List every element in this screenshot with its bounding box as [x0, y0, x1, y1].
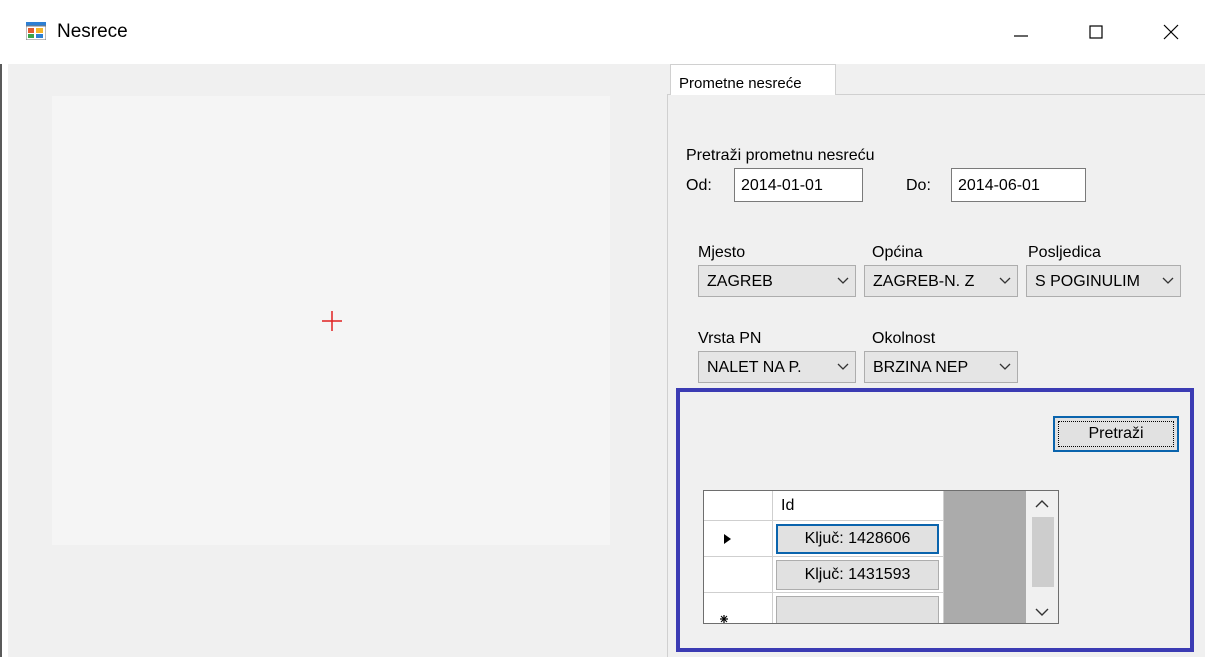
vrsta-pn-select[interactable]: NALET NA P. — [698, 351, 856, 383]
new-row-icon — [720, 615, 728, 623]
grid-cell-button[interactable] — [776, 596, 939, 623]
from-date-label: Od: — [686, 177, 712, 194]
posljedica-label: Posljedica — [1028, 244, 1101, 261]
opcina-select[interactable]: ZAGREB-N. Z — [864, 265, 1018, 297]
map-center-cross-icon — [321, 310, 343, 332]
window-title: Nesrece — [57, 21, 128, 42]
table-row[interactable]: Ključ: 1428606 — [773, 521, 944, 557]
mjesto-value: ZAGREB — [707, 273, 773, 290]
search-button-label: Pretraži — [1058, 421, 1174, 447]
row-header[interactable] — [704, 521, 773, 557]
opcina-value: ZAGREB-N. Z — [873, 273, 975, 290]
minimize-icon — [1014, 35, 1028, 37]
scroll-up-icon[interactable] — [1035, 499, 1049, 509]
to-date-label: Do: — [906, 177, 931, 194]
from-date-input[interactable]: 2014-01-01 — [734, 168, 863, 202]
search-heading: Pretraži prometnu nesreću — [686, 147, 875, 164]
chevron-down-icon — [999, 363, 1011, 370]
minimize-button[interactable] — [998, 14, 1044, 50]
maximize-icon — [1089, 25, 1103, 39]
chevron-down-icon — [1162, 277, 1174, 284]
maximize-button[interactable] — [1073, 14, 1119, 50]
scroll-down-icon[interactable] — [1035, 607, 1049, 617]
grid-cell-button[interactable]: Ključ: 1428606 — [776, 524, 939, 554]
chevron-down-icon — [837, 277, 849, 284]
vrsta-pn-label: Vrsta PN — [698, 330, 762, 347]
close-button[interactable] — [1148, 14, 1194, 50]
okolnost-value: BRZINA NEP — [873, 359, 969, 376]
search-button[interactable]: Pretraži — [1053, 416, 1179, 452]
tab-prometne-nesrece[interactable]: Prometne nesreće — [670, 64, 836, 95]
table-row[interactable] — [773, 593, 944, 623]
mjesto-select[interactable]: ZAGREB — [698, 265, 856, 297]
opcina-label: Općina — [872, 244, 923, 261]
close-icon — [1163, 24, 1179, 40]
row-pointer-icon — [724, 534, 731, 544]
window-left-edge — [0, 64, 8, 657]
grid-corner-header[interactable] — [704, 491, 773, 521]
posljedica-select[interactable]: S POGINULIM — [1026, 265, 1181, 297]
windows-form-icon — [25, 22, 47, 41]
grid-column-header-id[interactable]: Id — [773, 491, 944, 521]
results-grid[interactable]: Id Ključ: 1428606 Ključ: 1431593 — [703, 490, 1059, 624]
grid-scrollbar-thumb[interactable] — [1032, 517, 1054, 587]
okolnost-select[interactable]: BRZINA NEP — [864, 351, 1018, 383]
row-header[interactable] — [704, 593, 773, 623]
chevron-down-icon — [999, 277, 1011, 284]
chevron-down-icon — [837, 363, 849, 370]
to-date-input[interactable]: 2014-06-01 — [951, 168, 1086, 202]
grid-cell-button[interactable]: Ključ: 1431593 — [776, 560, 939, 590]
mjesto-label: Mjesto — [698, 244, 746, 261]
okolnost-label: Okolnost — [872, 330, 936, 347]
posljedica-value: S POGINULIM — [1035, 273, 1140, 290]
vrsta-pn-value: NALET NA P. — [707, 359, 802, 376]
row-header[interactable] — [704, 557, 773, 593]
table-row[interactable]: Ključ: 1431593 — [773, 557, 944, 593]
